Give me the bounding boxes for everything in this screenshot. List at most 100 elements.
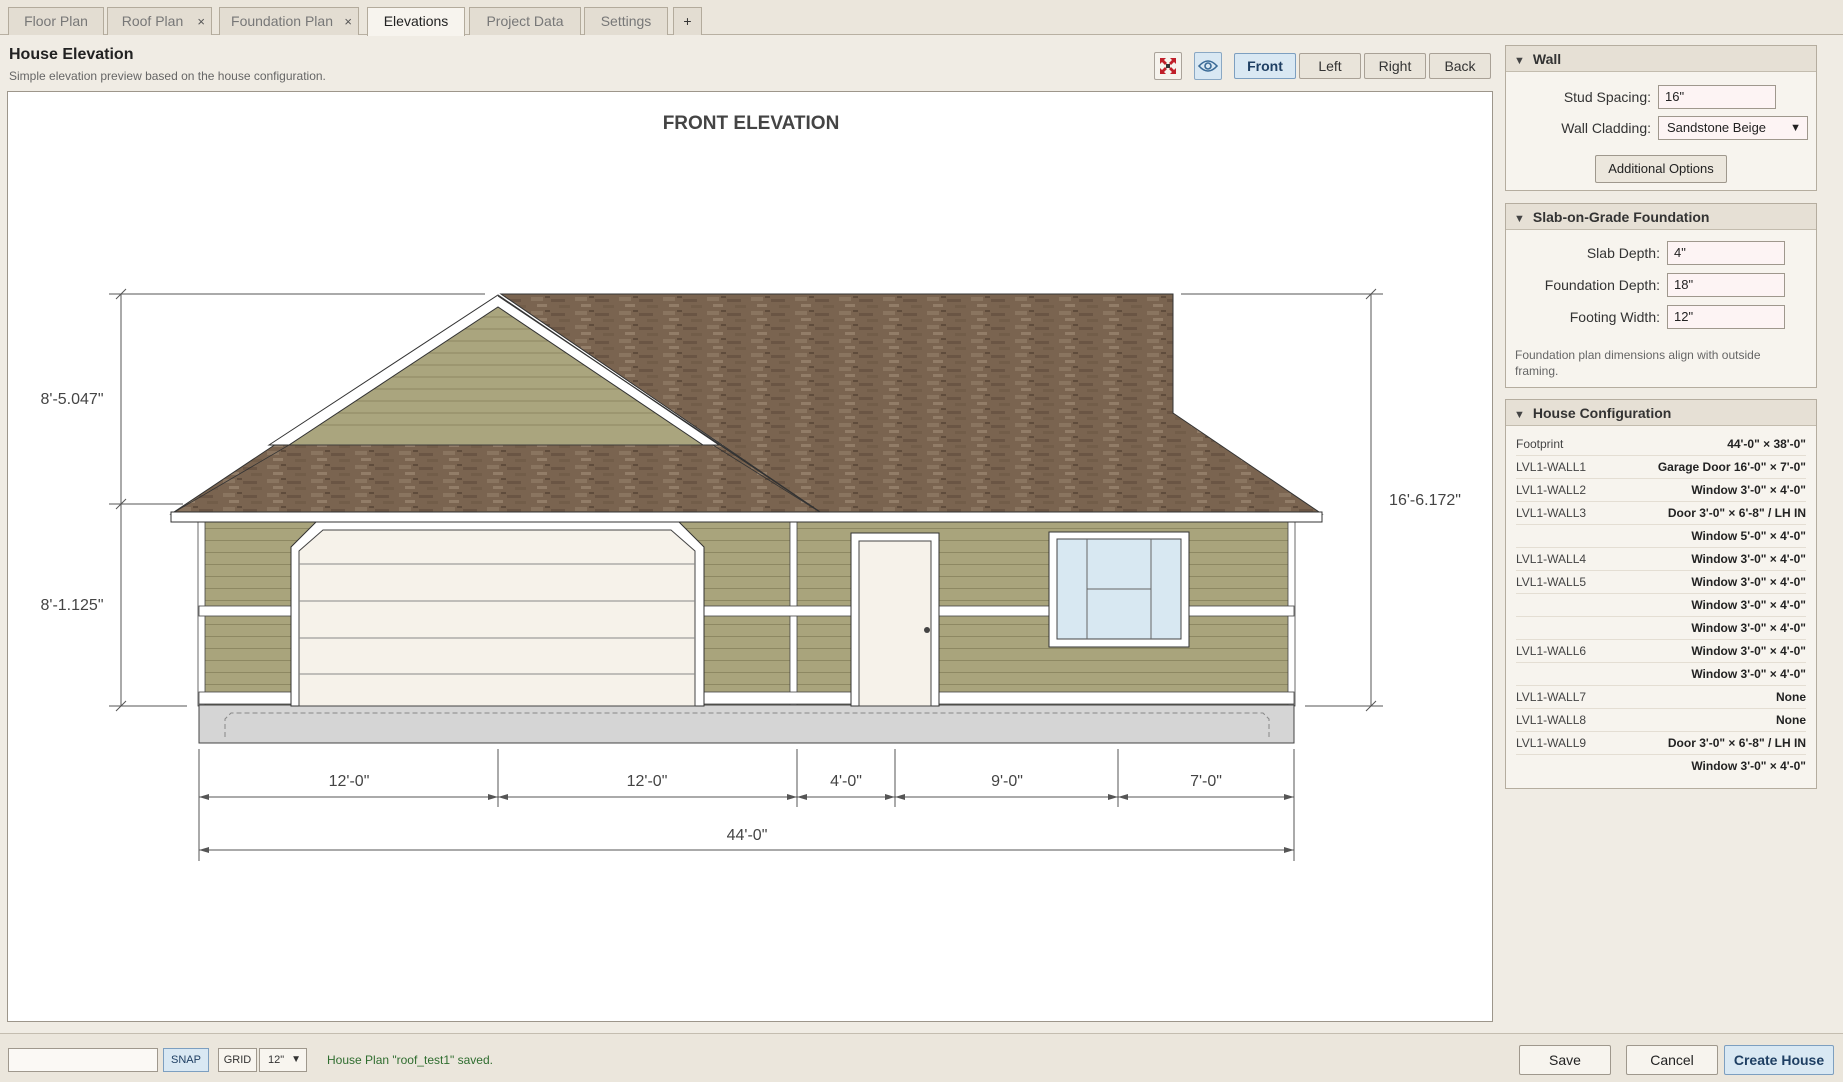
config-value: Window 3'-0" × 4'-0" [1691, 552, 1806, 566]
wall-cladding-row: Wall Cladding: [1506, 116, 1651, 140]
upper-height-dimension: 8'-5.047" [41, 391, 104, 408]
entry-door [858, 540, 932, 707]
tab-settings[interactable]: Settings [584, 7, 668, 35]
config-value: 44'-0" × 38'-0" [1727, 437, 1806, 451]
tab-label: Floor Plan [24, 13, 88, 29]
fit-view-icon [1160, 58, 1176, 74]
visibility-button[interactable] [1194, 52, 1222, 80]
footer-bar: SNAP GRID 12" ▼ House Plan "roof_test1" s… [0, 1033, 1843, 1082]
footing-width-input[interactable]: 12" [1667, 305, 1785, 329]
collapse-triangle-icon: ▼ [1514, 55, 1525, 67]
wall-cladding-value: Sandstone Beige [1667, 120, 1767, 135]
page-title: House Elevation [9, 46, 134, 63]
eye-icon [1198, 60, 1218, 72]
config-key: Footprint [1516, 437, 1564, 451]
config-value: Window 3'-0" × 4'-0" [1691, 644, 1806, 658]
tab-label: Roof Plan [121, 13, 184, 29]
config-key: LVL1-WALL1 [1516, 460, 1587, 474]
config-value: Window 3'-0" × 4'-0" [1691, 621, 1806, 635]
fit-view-button[interactable] [1154, 52, 1182, 80]
dimension-arrows [199, 794, 1294, 853]
additional-options-button[interactable]: Additional Options [1595, 155, 1727, 183]
add-tab-button[interactable]: + [673, 7, 702, 35]
view-back-button[interactable]: Back [1429, 53, 1491, 79]
segment-dimension: 4'-0" [830, 773, 862, 790]
status-message: House Plan "roof_test1" saved. [327, 1053, 493, 1067]
view-front-button[interactable]: Front [1234, 53, 1296, 79]
tab-roof-plan[interactable]: Roof Plan × [107, 7, 212, 35]
eave-fascia [170, 511, 1323, 523]
wall-panel-header[interactable]: ▼ Wall [1506, 46, 1816, 72]
config-row: LVL1-WALL8 None [1516, 709, 1806, 732]
segment-dimension: 12'-0" [627, 773, 668, 790]
tab-project-data[interactable]: Project Data [469, 7, 581, 35]
segment-dimension: 9'-0" [991, 773, 1023, 790]
config-row: LVL1-WALL2 Window 3'-0" × 4'-0" [1516, 479, 1806, 502]
stud-spacing-label: Stud Spacing: [1563, 89, 1651, 105]
house-configuration-panel: ▼ House Configuration Footprint 44'-0" × 3… [1505, 399, 1817, 789]
door-knob [924, 627, 930, 633]
close-icon[interactable]: × [344, 8, 352, 35]
config-value: Window 3'-0" × 4'-0" [1691, 483, 1806, 497]
grid-toggle[interactable]: GRID [218, 1048, 257, 1072]
config-row: LVL1-WALL6 Window 3'-0" × 4'-0" [1516, 640, 1806, 663]
collapse-triangle-icon: ▼ [1514, 409, 1525, 421]
config-value: Window 3'-0" × 4'-0" [1691, 667, 1806, 681]
tab-foundation-plan[interactable]: Foundation Plan × [219, 7, 359, 35]
tab-label: Settings [600, 13, 652, 29]
footing-width-label: Footing Width: [1569, 309, 1660, 325]
tab-label: Project Data [486, 13, 564, 29]
wall-cladding-select[interactable]: Sandstone Beige ▼ [1658, 116, 1808, 140]
tab-label: Foundation Plan [231, 13, 333, 29]
tab-floor-plan[interactable]: Floor Plan [8, 7, 104, 35]
foundation-panel-header[interactable]: ▼ Slab-on-Grade Foundation [1506, 204, 1816, 230]
dropdown-arrow-icon: ▼ [1790, 122, 1801, 134]
foundation-panel: ▼ Slab-on-Grade Foundation Slab Depth: 4"… [1505, 203, 1817, 388]
config-value: Garage Door 16'-0" × 7'-0" [1657, 460, 1806, 474]
elevation-canvas[interactable]: FRONT ELEVATION 8'-5.047" 8'-1.125" 16'-… [7, 91, 1493, 1022]
wall-cladding-label: Wall Cladding: [1561, 120, 1651, 136]
view-left-button[interactable]: Left [1299, 53, 1361, 79]
elevation-drawing: FRONT ELEVATION 8'-5.047" 8'-1.125" 16'-… [41, 113, 1461, 861]
segment-dimension: 12'-0" [329, 773, 370, 790]
lower-height-dimension: 8'-1.125" [41, 597, 104, 614]
view-right-button[interactable]: Right [1364, 53, 1426, 79]
config-value: Window 3'-0" × 4'-0" [1691, 575, 1806, 589]
slab-depth-label: Slab Depth: [1586, 245, 1660, 261]
foundation [198, 704, 1295, 744]
config-row: LVL1-WALL1 Garage Door 16'-0" × 7'-0" [1516, 456, 1806, 479]
elevation-title: FRONT ELEVATION [663, 113, 840, 134]
config-key: LVL1-WALL7 [1516, 690, 1587, 704]
config-key: LVL1-WALL4 [1516, 552, 1587, 566]
config-key: LVL1-WALL3 [1516, 506, 1587, 520]
total-width-dimension: 44'-0" [727, 827, 768, 844]
config-value: Window 3'-0" × 4'-0" [1691, 759, 1806, 773]
config-key: LVL1-WALL8 [1516, 713, 1587, 727]
foundation-depth-label: Foundation Depth: [1544, 277, 1660, 293]
house-configuration-header[interactable]: ▼ House Configuration [1506, 400, 1816, 426]
config-key: LVL1-WALL9 [1516, 736, 1587, 750]
segment-dimension: 7'-0" [1190, 773, 1222, 790]
close-icon[interactable]: × [197, 8, 205, 35]
command-input[interactable] [8, 1048, 158, 1072]
config-row: LVL1-WALL4 Window 3'-0" × 4'-0" [1516, 548, 1806, 571]
config-row: LVL1-WALL7 None [1516, 686, 1806, 709]
slab-depth-input[interactable]: 4" [1667, 241, 1785, 265]
snap-toggle[interactable]: SNAP [163, 1048, 209, 1072]
wall-panel: ▼ Wall Stud Spacing: 16" Wall Cladding: S… [1505, 45, 1817, 191]
config-row: LVL1-WALL9 Door 3'-0" × 6'-8" / LH IN [1516, 732, 1806, 755]
config-value: Window 5'-0" × 4'-0" [1691, 529, 1806, 543]
save-button[interactable]: Save [1519, 1045, 1611, 1075]
config-value: Door 3'-0" × 6'-8" / LH IN [1667, 736, 1806, 750]
config-value: Door 3'-0" × 6'-8" / LH IN [1667, 506, 1806, 520]
cancel-button[interactable]: Cancel [1626, 1045, 1718, 1075]
foundation-depth-input[interactable]: 18" [1667, 273, 1785, 297]
width-dimension-lines [198, 749, 1295, 861]
stud-spacing-input[interactable]: 16" [1658, 85, 1776, 109]
create-house-button[interactable]: Create House [1724, 1045, 1834, 1075]
config-value: Window 3'-0" × 4'-0" [1691, 598, 1806, 612]
total-height-dimension: 16'-6.172" [1389, 492, 1461, 509]
grid-size-select[interactable]: 12" ▼ [259, 1048, 307, 1072]
tab-elevations[interactable]: Elevations [367, 7, 465, 36]
panel-title: House Configuration [1532, 405, 1672, 421]
